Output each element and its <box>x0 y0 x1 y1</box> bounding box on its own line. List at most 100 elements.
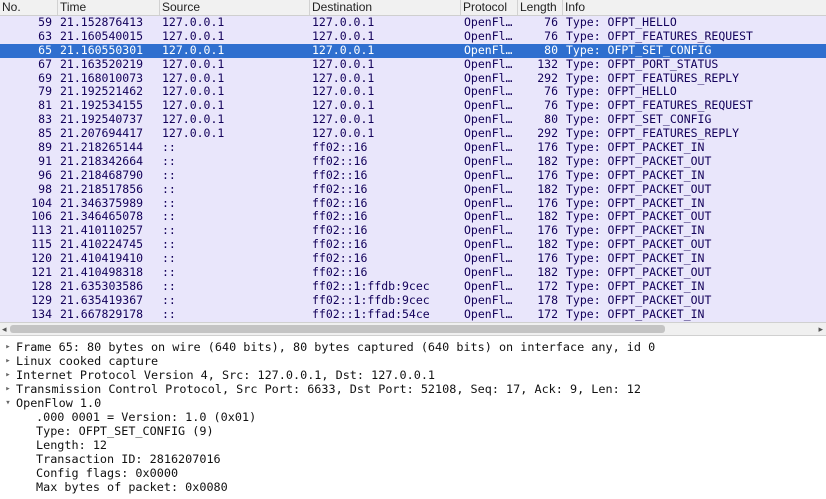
scroll-left-icon[interactable]: ◂ <box>2 324 7 335</box>
table-row[interactable]: 121 21.410498318:: ff02::16 OpenFl… 182 Type:… <box>0 266 826 280</box>
table-row[interactable]: 89 21.218265144:: ff02::16 OpenFl… 176 Type: … <box>0 141 826 155</box>
expand-right-icon[interactable]: ▸ <box>2 382 14 396</box>
packet-source: :: <box>162 238 176 252</box>
table-row[interactable]: 113 21.410110257:: ff02::16 OpenFl… 176 Type:… <box>0 224 826 239</box>
packet-no: 120 <box>31 252 52 266</box>
column-header-time[interactable]: Time <box>58 0 160 15</box>
table-row[interactable]: 129 21.635419367:: ff02::1:ffdb:9cec OpenFl… <box>0 293 826 308</box>
table-row[interactable]: 85 21.207694417 127.0.0.1 127.0.0.1 OpenFl… 2… <box>0 127 826 142</box>
detail-tree-item[interactable]: ▾ OpenFlow 1.0 <box>0 396 826 410</box>
expand-right-icon[interactable]: ▸ <box>2 368 14 382</box>
table-row[interactable]: 83 21.192540737 127.0.0.1 127.0.0.1 OpenFl… 8… <box>0 113 826 128</box>
detail-tree-item[interactable]: ▸ Frame 65: 80 bytes on wire (640 bits), … <box>0 340 826 354</box>
column-header-protocol[interactable]: Protocol <box>461 0 518 15</box>
packet-protocol: OpenFl… <box>464 127 513 141</box>
table-row[interactable]: 59 21.152876413 127.0.0.1 127.0.0.1 OpenFl… 7… <box>0 16 826 30</box>
packet-protocol: OpenFl… <box>464 307 513 321</box>
table-row[interactable]: 69 21.168010073 127.0.0.1 127.0.0.1 OpenFl… 2… <box>0 71 826 86</box>
packet-destination: 127.0.0.1 <box>312 127 375 141</box>
packet-no: 83 <box>38 113 52 127</box>
table-row[interactable]: 134 21.667829178:: ff02::1:ffad:54ce OpenFl… <box>0 307 826 322</box>
table-row[interactable]: 115 21.410224745:: ff02::16 OpenFl… 182 Type:… <box>0 238 826 253</box>
packet-no: 67 <box>38 57 52 71</box>
packet-destination: 127.0.0.1 <box>312 57 375 71</box>
detail-tree-item[interactable]: ▸ Transmission Control Protocol, Src Port… <box>0 382 826 396</box>
packet-protocol: OpenFl… <box>464 99 513 113</box>
packet-info: Type: OFPT_PACKET_IN <box>566 141 705 155</box>
table-row[interactable]: 104 21.346375989:: ff02::16 OpenFl… 176 Type:… <box>0 196 826 211</box>
packet-time: 21.152876413 <box>60 16 144 29</box>
packet-source: :: <box>162 266 176 280</box>
packet-source: :: <box>162 279 176 293</box>
packet-info: Type: OFPT_FEATURES_REQUEST <box>566 99 753 113</box>
packet-protocol: OpenFl… <box>464 71 513 85</box>
table-row[interactable]: 98 21.218517856:: ff02::16 OpenFl… 182 Type: … <box>0 182 826 197</box>
table-row-selected[interactable]: 65 21.160550301 127.0.0.1 127.0.0.1 OpenFl… 8… <box>0 43 826 58</box>
packet-source: 127.0.0.1 <box>162 57 225 71</box>
packet-protocol: OpenFl… <box>464 16 513 29</box>
column-header-info[interactable]: Info <box>563 0 826 15</box>
packet-source: :: <box>162 141 176 155</box>
packet-destination: ff02::16 <box>312 182 368 196</box>
column-header-destination[interactable]: Destination <box>310 0 461 15</box>
packet-source: :: <box>162 252 176 266</box>
packet-info: Type: OFPT_PACKET_IN <box>566 224 705 238</box>
packet-no: 85 <box>38 127 52 141</box>
detail-field[interactable]: .000 0001 = Version: 1.0 (0x01) <box>0 410 826 424</box>
expand-right-icon[interactable]: ▸ <box>2 354 14 368</box>
detail-field[interactable]: Max bytes of packet: 0x0080 <box>0 480 826 494</box>
packet-length: 176 <box>537 141 558 155</box>
packet-list[interactable]: No. Time Source Destination Protocol Len… <box>0 0 826 336</box>
packet-no: 129 <box>31 293 52 307</box>
packet-destination: ff02::16 <box>312 266 368 280</box>
packet-time: 21.410419410 <box>60 252 144 266</box>
packet-info: Type: OFPT_FEATURES_REPLY <box>566 127 740 141</box>
detail-text: Config flags: 0x0000 <box>36 466 179 480</box>
table-row[interactable]: 63 21.160540015 127.0.0.1 127.0.0.1 OpenFl… 7… <box>0 29 826 44</box>
detail-text: Linux cooked capture <box>16 354 159 368</box>
detail-field[interactable]: Type: OFPT_SET_CONFIG (9) <box>0 424 826 438</box>
packet-length: 182 <box>537 154 558 168</box>
packet-destination: 127.0.0.1 <box>312 71 375 85</box>
table-row[interactable]: 79 21.192521462 127.0.0.1 127.0.0.1 OpenFl… 7… <box>0 85 826 100</box>
table-row[interactable]: 81 21.192534155 127.0.0.1 127.0.0.1 OpenFl… 7… <box>0 99 826 114</box>
packet-length: 176 <box>537 196 558 210</box>
scrollbar-thumb[interactable] <box>10 325 665 333</box>
packet-destination: 127.0.0.1 <box>312 113 375 127</box>
packet-no: 63 <box>38 29 52 43</box>
table-row[interactable]: 106 21.346465078:: ff02::16 OpenFl… 182 Type:… <box>0 210 826 225</box>
table-row[interactable]: 91 21.218342664:: ff02::16 OpenFl… 182 Type: … <box>0 154 826 169</box>
packet-no: 104 <box>31 196 52 210</box>
detail-tree-item[interactable]: ▸ Linux cooked capture <box>0 354 826 368</box>
detail-field[interactable]: Config flags: 0x0000 <box>0 466 826 480</box>
table-row[interactable]: 128 21.635303586:: ff02::1:ffdb:9cec OpenFl… <box>0 279 826 294</box>
packet-source: 127.0.0.1 <box>162 99 225 113</box>
detail-tree-item[interactable]: ▸ Internet Protocol Version 4, Src: 127.0… <box>0 368 826 382</box>
packet-details-pane: ▸ Frame 65: 80 bytes on wire (640 bits), … <box>0 340 826 499</box>
table-row[interactable]: 96 21.218468790:: ff02::16 OpenFl… 176 Type: … <box>0 168 826 183</box>
packet-no: 128 <box>31 279 52 293</box>
packet-length: 176 <box>537 252 558 266</box>
packet-no: 59 <box>38 16 52 29</box>
packet-length: 80 <box>544 113 558 127</box>
table-row[interactable]: 67 21.163520219 127.0.0.1 127.0.0.1 OpenFl… 1… <box>0 57 826 72</box>
packet-rows: 59 21.152876413 127.0.0.1 127.0.0.1 OpenFl… 7… <box>0 16 826 322</box>
packet-length: 182 <box>537 266 558 280</box>
table-row[interactable]: 120 21.410419410:: ff02::16 OpenFl… 176 Type:… <box>0 252 826 267</box>
packet-length: 176 <box>537 224 558 238</box>
column-header-source[interactable]: Source <box>160 0 310 15</box>
expand-right-icon[interactable]: ▸ <box>2 340 14 354</box>
packet-no: 98 <box>38 182 52 196</box>
expand-down-icon[interactable]: ▾ <box>2 396 14 410</box>
detail-text: Transmission Control Protocol, Src Port:… <box>16 382 642 396</box>
horizontal-scrollbar[interactable]: ◂ ▸ <box>0 322 826 336</box>
packet-info: Type: OFPT_PACKET_IN <box>566 252 705 266</box>
detail-field[interactable]: Transaction ID: 2816207016 <box>0 452 826 466</box>
packet-source: :: <box>162 196 176 210</box>
column-header-length[interactable]: Length <box>518 0 563 15</box>
packet-length: 292 <box>537 71 558 85</box>
scroll-right-icon[interactable]: ▸ <box>818 324 823 335</box>
column-header-no[interactable]: No. <box>0 0 58 15</box>
packet-no: 79 <box>38 85 52 99</box>
detail-field[interactable]: Length: 12 <box>0 438 826 452</box>
